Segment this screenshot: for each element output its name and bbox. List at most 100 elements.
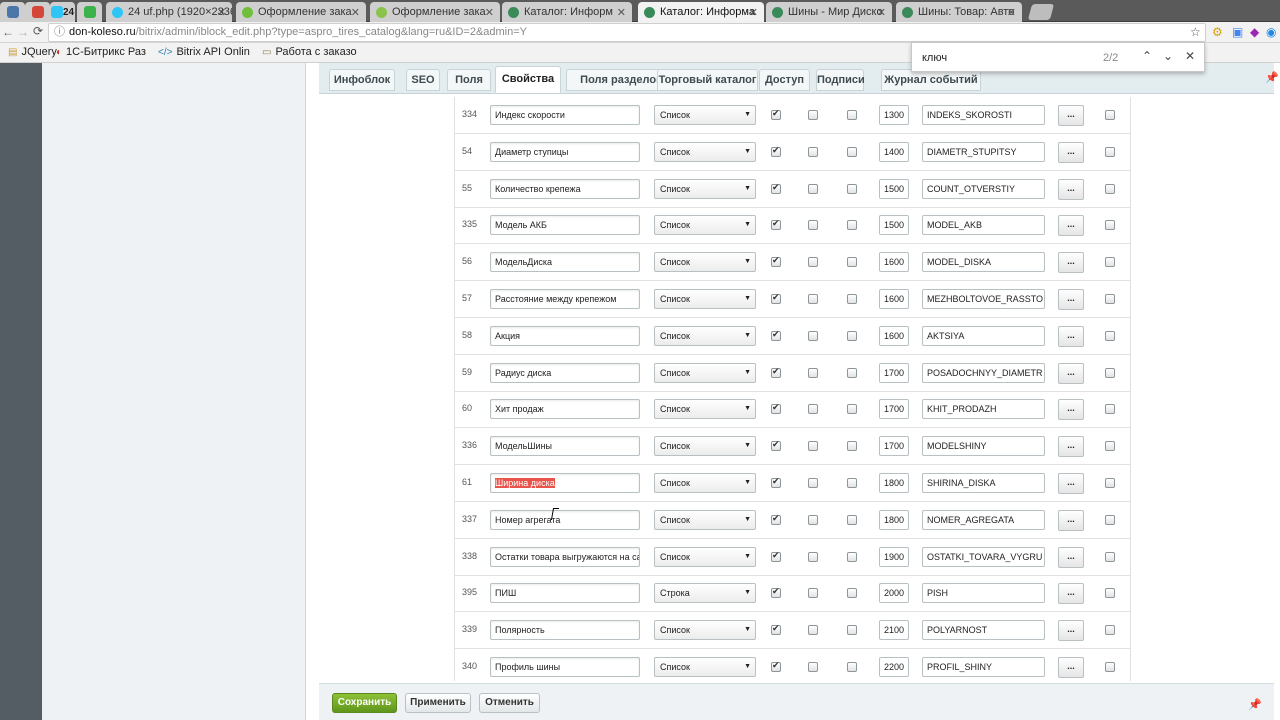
extension-icon[interactable]: ⚙ <box>1212 25 1223 39</box>
property-settings-button[interactable]: ... <box>1058 215 1084 237</box>
property-settings-button[interactable]: ... <box>1058 362 1084 384</box>
delete-checkbox[interactable] <box>1105 330 1115 341</box>
active-checkbox[interactable] <box>771 329 781 341</box>
required-checkbox[interactable] <box>847 478 857 488</box>
property-settings-button[interactable]: ... <box>1058 436 1084 458</box>
code-input[interactable]: MODEL_AKB <box>922 215 1045 236</box>
delete-checkbox[interactable] <box>1105 662 1115 672</box>
active-checkbox[interactable] <box>771 439 781 452</box>
code-input[interactable]: KHIT_PRODAZH <box>922 399 1045 420</box>
sort-input[interactable]: 1700 <box>879 362 909 383</box>
multiple-checkbox[interactable] <box>808 110 818 120</box>
browser-tab[interactable]: Каталог: Информа ✕ <box>638 2 764 22</box>
multiple-checkbox[interactable] <box>808 588 818 599</box>
multiple-checkbox[interactable] <box>808 404 818 415</box>
required-checkbox[interactable] <box>847 110 857 120</box>
property-name-input[interactable]: ПИШ <box>490 583 640 604</box>
active-checkbox[interactable] <box>771 218 781 231</box>
close-tab-icon[interactable]: ✕ <box>217 6 226 19</box>
property-name-input[interactable]: Количество крепежа <box>490 178 640 199</box>
multiple-checkbox[interactable] <box>808 478 818 488</box>
property-settings-button[interactable]: ... <box>1058 473 1084 494</box>
multiple-checkbox[interactable] <box>808 220 818 231</box>
sort-input[interactable]: 1500 <box>879 178 909 199</box>
required-checkbox[interactable] <box>847 146 857 157</box>
active-checkbox[interactable] <box>771 550 781 562</box>
required-checkbox[interactable] <box>847 294 857 304</box>
property-name-input[interactable]: Остатки товара выгружаются на са <box>490 546 640 567</box>
property-type-select[interactable]: Список ▼ <box>654 252 756 273</box>
tab-7[interactable]: Подписи <box>816 69 865 91</box>
sort-input[interactable]: 1700 <box>879 436 909 457</box>
browser-tab[interactable] <box>77 2 102 22</box>
property-name-input[interactable]: Акция <box>490 325 640 346</box>
property-name-input[interactable]: Индекс скорости <box>490 105 640 125</box>
property-type-select[interactable]: Список ▼ <box>654 509 756 530</box>
bookmark-item[interactable]: ▤ JQuery <box>8 46 57 58</box>
property-type-select[interactable]: Строка ▼ <box>654 583 756 604</box>
browser-tab[interactable]: Шины - Мир Диско ✕ <box>766 2 892 22</box>
bookmark-star-icon[interactable]: ☆ <box>1190 25 1201 39</box>
multiple-checkbox[interactable] <box>808 294 818 304</box>
active-checkbox[interactable] <box>771 108 781 120</box>
close-tab-icon[interactable]: ✕ <box>485 6 494 19</box>
property-settings-button[interactable]: ... <box>1058 509 1084 531</box>
sort-input[interactable]: 2000 <box>879 583 909 604</box>
delete-checkbox[interactable] <box>1105 588 1115 599</box>
required-checkbox[interactable] <box>847 625 857 636</box>
browser-tab[interactable]: 24 uf.php (1920×2336) ✕ <box>106 2 232 22</box>
browser-tab[interactable]: Оформление зака ✕ <box>236 2 366 22</box>
multiple-checkbox[interactable] <box>808 330 818 341</box>
property-name-input[interactable]: Номер агрегата <box>490 509 640 530</box>
multiple-checkbox[interactable] <box>808 551 818 562</box>
code-input[interactable]: OSTATKI_TOVARA_VYGRU <box>922 546 1045 567</box>
code-input[interactable]: POSADOCHNYY_DIAMETR <box>922 362 1045 383</box>
pin-icon[interactable]: 📌 <box>1248 698 1262 711</box>
apply-button[interactable]: Применить <box>405 693 471 713</box>
property-name-input[interactable]: Радиус диска <box>490 362 640 383</box>
code-input[interactable]: MODEL_DISKA <box>922 252 1045 273</box>
pin-icon[interactable]: 📌 <box>1265 71 1279 84</box>
code-input[interactable]: COUNT_OTVERSTIY <box>922 178 1045 199</box>
delete-checkbox[interactable] <box>1105 625 1115 636</box>
property-type-select[interactable]: Список ▼ <box>654 105 756 125</box>
tab-1[interactable]: SEO <box>406 69 440 91</box>
multiple-checkbox[interactable] <box>808 257 818 268</box>
multiple-checkbox[interactable] <box>808 367 818 378</box>
close-tab-icon[interactable]: ✕ <box>877 6 886 19</box>
property-name-input[interactable]: Профиль шины <box>490 657 640 677</box>
multiple-checkbox[interactable] <box>808 625 818 636</box>
sort-input[interactable]: 2100 <box>879 620 909 641</box>
tab-2[interactable]: Поля <box>447 69 491 91</box>
property-type-select[interactable]: Список ▼ <box>654 473 756 493</box>
tab-5[interactable]: Торговый каталог <box>657 69 758 91</box>
active-checkbox[interactable] <box>771 402 781 415</box>
sort-input[interactable]: 1800 <box>879 473 909 493</box>
browser-tab[interactable] <box>25 2 50 22</box>
required-checkbox[interactable] <box>847 183 857 194</box>
property-type-select[interactable]: Список ▼ <box>654 657 756 677</box>
required-checkbox[interactable] <box>847 588 857 599</box>
delete-checkbox[interactable] <box>1105 110 1115 120</box>
property-name-input[interactable]: Хит продаж <box>490 399 640 420</box>
sort-input[interactable]: 1600 <box>879 289 909 309</box>
tab-3[interactable]: Свойства <box>495 66 561 93</box>
sort-input[interactable]: 1500 <box>879 215 909 236</box>
property-type-select[interactable]: Список ▼ <box>654 362 756 383</box>
cancel-button[interactable]: Отменить <box>479 693 540 713</box>
property-type-select[interactable]: Список ▼ <box>654 215 756 236</box>
code-input[interactable]: MODELSHINY <box>922 436 1045 457</box>
browser-tab[interactable]: Оформление зака ✕ <box>370 2 500 22</box>
active-checkbox[interactable] <box>771 623 781 636</box>
sort-input[interactable]: 2200 <box>879 657 909 677</box>
code-input[interactable]: DIAMETR_STUPITSY <box>922 141 1045 162</box>
required-checkbox[interactable] <box>847 404 857 415</box>
required-checkbox[interactable] <box>847 551 857 562</box>
active-checkbox[interactable] <box>771 366 781 378</box>
code-input[interactable]: PROFIL_SHINY <box>922 657 1045 677</box>
property-type-select[interactable]: Список ▼ <box>654 546 756 567</box>
address-bar[interactable]: ⓘ don-koleso.ru/bitrix/admin/iblock_edit… <box>48 23 1206 42</box>
property-type-select[interactable]: Список ▼ <box>654 141 756 162</box>
close-tab-icon[interactable]: ✕ <box>351 6 360 19</box>
sort-input[interactable]: 1300 <box>879 105 909 125</box>
